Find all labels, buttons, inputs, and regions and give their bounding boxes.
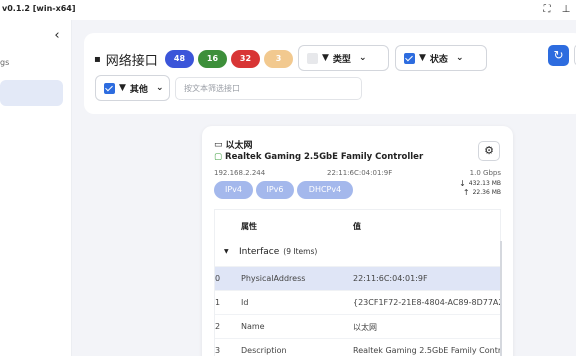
arrow-up-icon: ↑ <box>462 188 470 197</box>
filter-icon: ▼ <box>119 83 126 93</box>
column-header-property[interactable]: 属性 <box>241 221 257 232</box>
row-index: 1 <box>215 298 221 307</box>
toolbar-panel: ▪ 网络接口 48 16 32 3 ▼ 类型 ⌄ ▼ 状态 ⌄ ▼ 其他 ⌄ ↻ <box>84 33 576 114</box>
chevron-down-icon: ⌄ <box>455 53 464 63</box>
pin-icon[interactable]: ⊥ <box>559 3 573 17</box>
group-count: (9 Items) <box>283 247 318 256</box>
row-index: 2 <box>215 322 221 331</box>
title-bar: v0.1.2 [win-x64] ⛶ ⊥ <box>0 0 576 20</box>
chevron-left-icon[interactable]: ‹ <box>51 29 63 43</box>
protocol-chip-dhcpv4[interactable]: DHCPv4 <box>297 181 353 199</box>
download-value: 432.13 MB <box>468 180 501 187</box>
interface-name-text: 以太网 <box>225 141 253 151</box>
row-property: Id <box>241 298 249 307</box>
gear-icon: ⚙ <box>484 144 494 157</box>
status-filter-dropdown[interactable]: ▼ 状态 ⌄ <box>395 45 487 71</box>
ip-address: 192.168.2.244 <box>214 169 266 177</box>
type-filter-label: 类型 <box>332 54 351 65</box>
interface-description-text: Realtek Gaming 2.5GbE Family Controller <box>225 152 424 162</box>
sidebar-item-settings[interactable]: gs <box>0 58 63 72</box>
row-value: 以太网 <box>353 323 377 332</box>
download-stat: ↓ 432.13 MB <box>459 179 501 188</box>
group-row-interface[interactable]: ▼ Interface (9 Items) <box>215 241 502 265</box>
chevron-down-icon: ⌄ <box>358 53 367 63</box>
count-badge-down[interactable]: 32 <box>231 50 260 68</box>
monitor-icon: ▢ <box>214 152 223 162</box>
upload-value: 22.36 MB <box>472 189 501 196</box>
count-badge-up[interactable]: 16 <box>198 50 227 68</box>
sidebar: ‹ gs <box>0 20 72 356</box>
ethernet-icon: ▭ <box>214 139 223 150</box>
row-property: PhysicalAddress <box>241 274 306 283</box>
chevron-down-icon: ⌄ <box>155 83 164 93</box>
app-version: v0.1.2 [win-x64] <box>2 4 76 13</box>
link-speed: 1.0 Gbps <box>469 169 501 177</box>
interface-name: ▭ 以太网 <box>214 138 253 152</box>
filter-icon: ▼ <box>322 53 329 63</box>
search-input[interactable] <box>175 77 362 100</box>
interface-description: ▢ Realtek Gaming 2.5GbE Family Controlle… <box>214 152 423 162</box>
group-label: Interface (9 Items) <box>239 247 317 257</box>
row-index: 3 <box>215 346 221 355</box>
upload-stat: ↑ 22.36 MB <box>463 188 501 197</box>
type-filter-checkbox[interactable] <box>307 52 318 64</box>
expand-triangle-icon[interactable]: ▼ <box>224 248 229 255</box>
count-badge-other[interactable]: 3 <box>264 50 293 68</box>
page-title: ▪ 网络接口 <box>94 49 158 69</box>
count-badge-total[interactable]: 48 <box>165 50 194 68</box>
properties-table: 属性 值 ▼ Interface (9 Items) 0 PhysicalAddr… <box>214 209 502 356</box>
row-property: Description <box>241 346 287 355</box>
other-filter-checkbox[interactable] <box>104 82 115 94</box>
status-filter-checkbox[interactable] <box>404 52 415 64</box>
table-row[interactable]: 0 PhysicalAddress 22:11:6C:04:01:9F <box>215 266 502 290</box>
group-label-text: Interface <box>239 247 280 257</box>
refresh-icon: ↻ <box>553 48 564 62</box>
mac-address: 22:11:6C:04:01:9F <box>327 169 393 177</box>
table-scrollbar[interactable] <box>500 241 502 356</box>
page-title-text: 网络接口 <box>105 53 158 69</box>
table-row[interactable]: 3 Description Realtek Gaming 2.5GbE Fami… <box>215 338 502 356</box>
filter-icon: ▼ <box>419 53 426 63</box>
table-row[interactable]: 1 Id {23CF1F72-21E8-4804-AC89-8D77A24 <box>215 290 502 314</box>
protocol-chip-ipv6[interactable]: IPv6 <box>256 181 294 199</box>
row-index: 0 <box>215 274 221 283</box>
other-filter-label: 其他 <box>129 84 148 95</box>
table-row[interactable]: 2 Name 以太网 <box>215 314 502 338</box>
other-filter-dropdown[interactable]: ▼ 其他 ⌄ <box>95 75 170 101</box>
status-filter-label: 状态 <box>429 54 448 65</box>
row-value: Realtek Gaming 2.5GbE Family Contro <box>353 346 502 355</box>
arrow-down-icon: ↓ <box>459 179 466 188</box>
sidebar-item-selected[interactable] <box>0 80 63 106</box>
column-header-value[interactable]: 值 <box>353 221 361 232</box>
type-filter-dropdown[interactable]: ▼ 类型 ⌄ <box>298 45 389 71</box>
protocol-chip-ipv4[interactable]: IPv4 <box>214 181 253 199</box>
refresh-button[interactable]: ↻ <box>548 45 569 66</box>
settings-button[interactable]: ⚙ <box>478 141 500 161</box>
row-property: Name <box>241 322 265 331</box>
network-icon: ▪ <box>94 53 101 65</box>
interface-card: ▭ 以太网 ▢ Realtek Gaming 2.5GbE Family Con… <box>202 126 513 356</box>
table-header: 属性 值 <box>215 210 502 240</box>
expand-icon[interactable]: ⛶ <box>540 3 554 17</box>
row-value: 22:11:6C:04:01:9F <box>353 274 428 283</box>
row-value: {23CF1F72-21E8-4804-AC89-8D77A24 <box>353 298 502 307</box>
sidebar-item-label: gs <box>0 58 10 67</box>
